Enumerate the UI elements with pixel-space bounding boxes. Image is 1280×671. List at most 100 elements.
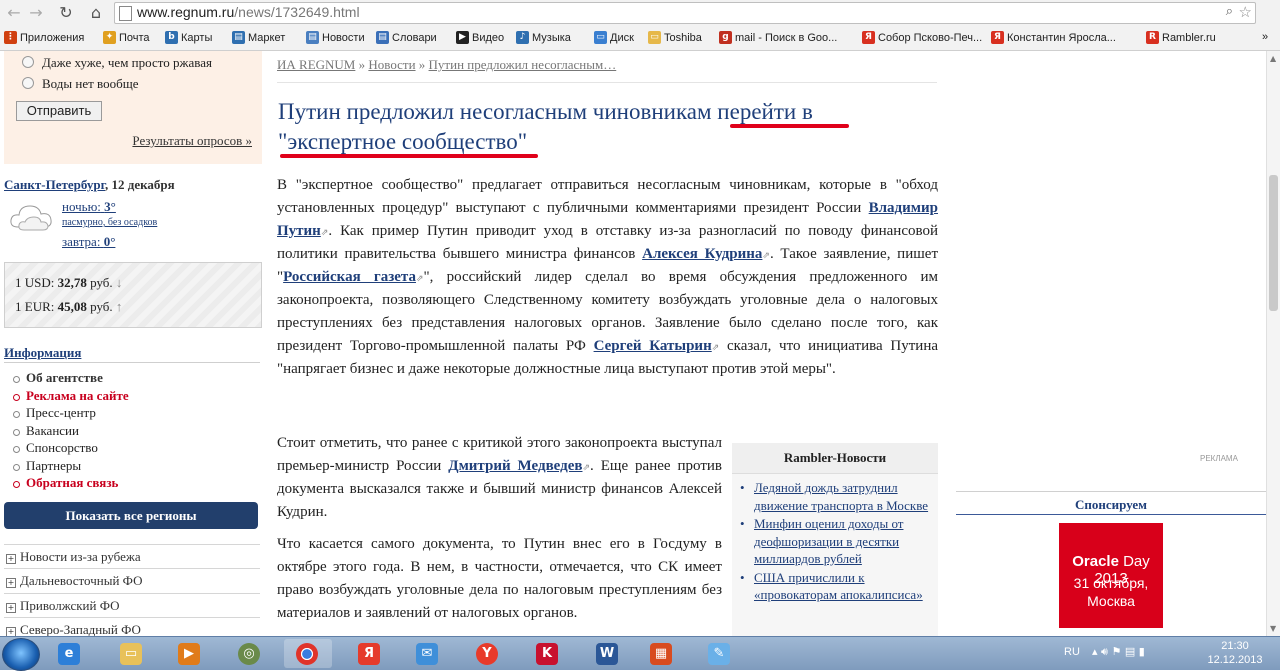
bookmark-item[interactable]: ▤ Маркет (232, 31, 285, 44)
poll-submit-button[interactable]: Отправить (16, 101, 102, 121)
info-item-sponsorship[interactable]: Спонсорство (4, 439, 129, 457)
poll-radio[interactable] (22, 56, 34, 68)
system-tray[interactable]: ▴ 🔊︎ ⚑ ▤ ▮ (1092, 645, 1145, 659)
bookmark-label: Маркет (248, 31, 286, 44)
info-item-partners[interactable]: Партнеры (4, 457, 129, 475)
link-rg[interactable]: Российская газета (283, 269, 416, 285)
info-item-about[interactable]: Об агентстве (4, 369, 129, 387)
info-item-feedback[interactable]: Обратная связь (4, 474, 129, 492)
weather-tomorrow[interactable]: завтра: 0° (62, 234, 115, 250)
bookmark-item[interactable]: ⋮ Приложения (4, 31, 84, 44)
scroll-up-icon[interactable]: ▲ (1270, 54, 1276, 63)
bookmark-item[interactable]: Я Константин Яросла... (991, 31, 1116, 44)
bookmark-label: Константин Яросла... (1007, 31, 1116, 44)
page-icon (119, 6, 132, 21)
poll-results-link[interactable]: Результаты опросов » (132, 133, 252, 149)
scroll-down-icon[interactable]: ▼ (1270, 624, 1276, 633)
kaspersky-taskbar-button[interactable]: K (524, 639, 572, 668)
breadcrumb-current[interactable]: Путин предложил несогласным… (429, 57, 617, 72)
expand-icon: + (6, 603, 16, 613)
poll-radio[interactable] (22, 77, 34, 89)
link-medvedev[interactable]: Дмитрий Медведев (448, 458, 582, 474)
region-item[interactable]: + Дальневосточный ФО (4, 568, 260, 593)
region-item[interactable]: + Приволжский ФО (4, 593, 260, 618)
bookmark-star-icon[interactable]: ☆ (1239, 3, 1252, 21)
bookmark-item[interactable]: ✦ Почта (103, 31, 150, 44)
home-icon[interactable]: ⌂ (86, 3, 106, 23)
rambler-news-item[interactable]: Ледяной дождь затруднил движение транспо… (738, 479, 934, 514)
bookmark-item[interactable]: Я Собор Псково-Печ... (862, 31, 982, 44)
media-player-taskbar-button[interactable]: ▶ (166, 639, 214, 668)
start-button[interactable] (2, 638, 40, 671)
app-taskbar-button[interactable]: ▦ (638, 639, 686, 668)
bookmark-label: Новости (322, 31, 365, 44)
bookmark-item[interactable]: ▭ Диск (594, 31, 634, 44)
info-menu: Об агентстве Реклама на сайте Пресс-цент… (4, 369, 129, 492)
language-indicator[interactable]: RU (1064, 646, 1080, 658)
paint-taskbar-button[interactable]: ✎ (696, 639, 744, 668)
link-kudrin[interactable]: Алексея Кудрина (642, 246, 762, 262)
chrome-taskbar-button[interactable] (284, 639, 332, 668)
rambler-news-item[interactable]: США причислили к «провокаторам апокалипс… (738, 569, 934, 604)
bookmark-icon: b (165, 31, 178, 44)
yandex-taskbar-button[interactable]: Я (346, 639, 394, 668)
clock-time[interactable]: 21:30 (1205, 640, 1265, 652)
weather-city-link[interactable]: Санкт-Петербург (4, 177, 105, 192)
weather-description[interactable]: пасмурно, без осадков (62, 217, 157, 228)
bookmark-item[interactable]: ▶ Видео (456, 31, 504, 44)
bookmark-item[interactable]: b Карты (165, 31, 212, 44)
ie-taskbar-button[interactable]: e (46, 639, 94, 668)
explorer-taskbar-button[interactable]: ▭ (108, 639, 156, 668)
expand-icon: + (6, 554, 16, 564)
bookmark-icon: ▤ (306, 31, 319, 44)
address-bar[interactable]: www.regnum.ru/news/1732649.html ⌕ ☆ (114, 2, 1256, 24)
flag-icon: ⚑ (1111, 645, 1122, 658)
bookmark-item[interactable]: g mail - Поиск в Goo... (719, 31, 837, 44)
down-arrow-icon: ↓ (115, 275, 123, 290)
app-taskbar-button[interactable]: ◎ (226, 639, 274, 668)
forward-icon[interactable]: → (26, 3, 46, 23)
url-text: www.regnum.ru/news/1732649.html (137, 4, 360, 20)
bookmark-item[interactable]: ♪ Музыка (516, 31, 571, 44)
poll-option: Даже хуже, чем просто ржавая (42, 55, 212, 70)
bookmark-icon: ⋮ (4, 31, 17, 44)
rambler-news-box: Rambler-Новости Ледяной дождь затруднил … (732, 443, 938, 636)
zoom-icon[interactable]: ⌕ (1226, 4, 1233, 19)
page-scrollbar[interactable]: ▲ ▼ (1266, 51, 1280, 636)
bookmark-item[interactable]: ▭ Toshiba (648, 31, 702, 44)
info-item-vacancies[interactable]: Вакансии (4, 422, 129, 440)
bookmark-icon: ▶ (456, 31, 469, 44)
bookmark-label: Словари (392, 31, 437, 44)
back-icon[interactable]: ← (4, 3, 24, 23)
mail-taskbar-button[interactable]: ✉ (404, 639, 452, 668)
word-taskbar-button[interactable]: W (584, 639, 632, 668)
bookmark-icon: Я (862, 31, 875, 44)
bookmark-item[interactable]: ▤ Новости (306, 31, 365, 44)
bookmark-label: Почта (119, 31, 150, 44)
weather-city: Санкт-Петербург, 12 декабря (4, 177, 175, 193)
bookmark-item[interactable]: ▤ Словари (376, 31, 437, 44)
region-item[interactable]: + Новости из-за рубежа (4, 544, 260, 569)
region-item[interactable]: + Северо-Западный ФО (4, 617, 260, 636)
info-item-press[interactable]: Пресс-центр (4, 404, 129, 422)
info-item-advertising[interactable]: Реклама на сайте (4, 387, 129, 405)
clock-date[interactable]: 12.12.2013 (1205, 654, 1265, 666)
rambler-news-item[interactable]: Минфин оценил доходы от деофшоризации в … (738, 515, 934, 568)
show-all-regions-button[interactable]: Показать все регионы (4, 502, 258, 529)
oracle-day-banner[interactable]: Oracle Day 2013 31 октября, Москва (1059, 523, 1163, 628)
bookmark-item[interactable]: R Rambler.ru (1146, 31, 1216, 44)
scroll-thumb[interactable] (1269, 175, 1278, 311)
article-paragraph-1: В "экспертное сообщество" предлагает отп… (277, 177, 939, 377)
info-title[interactable]: Информация (4, 345, 81, 361)
weather-date: , 12 декабря (105, 177, 175, 192)
link-katyrin[interactable]: Сергей Катырин (594, 338, 712, 354)
breadcrumb-news[interactable]: Новости (368, 57, 415, 72)
weather-widget: Санкт-Петербург, 12 декабря ночью: 3° па… (4, 177, 262, 257)
bookmarks-overflow-icon[interactable]: » (1262, 31, 1268, 43)
breadcrumb-home[interactable]: ИА REGNUM (277, 57, 355, 72)
article-paragraph-3: Что касается самого документа, то Путин … (277, 536, 722, 621)
bookmark-icon: R (1146, 31, 1159, 44)
weather-night[interactable]: ночью: 3° (62, 199, 116, 215)
yandex-browser-taskbar-button[interactable]: Y (464, 639, 512, 668)
reload-icon[interactable]: ↻ (56, 3, 76, 23)
